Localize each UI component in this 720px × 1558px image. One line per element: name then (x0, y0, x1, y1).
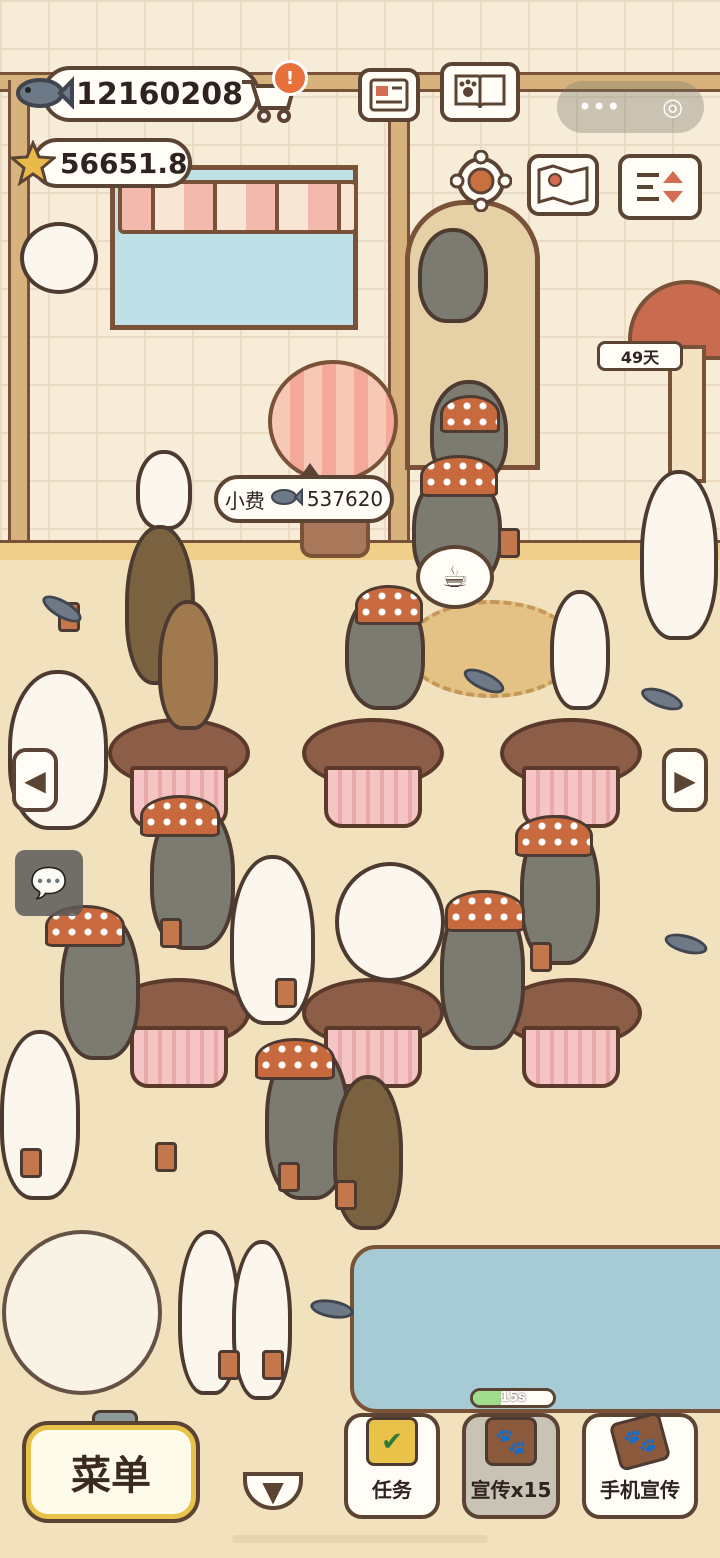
promote-timer: 15s (470, 1388, 556, 1408)
coffee-order-bubble[interactable]: ☕ (416, 545, 494, 609)
star-currency-value: 56651.8 (60, 146, 188, 180)
phone-card[interactable] (335, 1180, 357, 1210)
mushroom-scarf (140, 795, 220, 837)
mini-program-capsule[interactable]: ••• ◎ (557, 81, 704, 133)
phone-card[interactable] (262, 1350, 284, 1380)
more-dots-icon[interactable]: ••• (578, 93, 620, 121)
window-awning (118, 180, 358, 234)
phone-card[interactable] (20, 1148, 42, 1178)
phone-promote-label: 手机宣传 (600, 1478, 680, 1502)
paw-book-icon[interactable] (440, 62, 520, 122)
map-icon[interactable] (527, 154, 599, 216)
tasks-button[interactable]: ✔ 任务 (344, 1413, 440, 1519)
mushroom-scarf (420, 455, 498, 497)
scroll-left-button[interactable]: ◀ (12, 748, 58, 812)
rabbit-customer[interactable] (550, 590, 610, 710)
chat-icon: 💬 (30, 865, 68, 901)
phone-card[interactable] (218, 1350, 240, 1380)
phone-card[interactable] (498, 528, 520, 558)
candy-jar[interactable] (2, 1230, 162, 1395)
tip-bubble-tail (300, 463, 320, 477)
wolf-customer[interactable] (418, 228, 488, 323)
hot-air-balloon-decoration[interactable] (268, 360, 398, 483)
alert-badge-icon: ! (272, 60, 308, 96)
tip-amount: 537620 (306, 487, 384, 511)
menu-button[interactable]: 菜单 (26, 1425, 196, 1519)
mushroom-scarf (355, 585, 423, 625)
paw-phone-icon: 🐾 (608, 1411, 672, 1472)
promote-button[interactable]: 🐾 宣传x15 (462, 1413, 560, 1519)
promote-label: 宣传x15 (470, 1478, 552, 1502)
scroll-right-button[interactable]: ▶ (662, 748, 708, 812)
sort-icon[interactable] (618, 154, 702, 220)
phone-card[interactable] (275, 978, 297, 1008)
cat-shopkeeper[interactable] (20, 222, 98, 294)
phone-card[interactable] (278, 1162, 300, 1192)
party-cat-customer[interactable] (640, 470, 718, 640)
rabbit-customer[interactable] (136, 450, 192, 530)
cafe-scene (0, 0, 720, 1558)
mushroom-scarf (255, 1038, 335, 1080)
star-icon (10, 140, 56, 186)
close-target-icon[interactable]: ◎ (662, 93, 683, 121)
star-currency-counter: 56651.8 (32, 138, 192, 188)
chat-button[interactable]: 💬 (15, 850, 83, 916)
fish-currency-value: 12160208 (76, 76, 243, 112)
cupcake-table[interactable] (302, 718, 444, 828)
cupcake-table[interactable] (500, 718, 642, 828)
home-indicator[interactable] (232, 1535, 488, 1543)
tip-bubble[interactable]: 小费 537620 (214, 463, 394, 523)
phone-card[interactable] (530, 942, 552, 972)
fish-icon (12, 70, 74, 116)
tip-fish-icon (269, 487, 303, 512)
rabbit-customer-brown[interactable] (158, 600, 218, 730)
mushroom-scarf (440, 395, 500, 433)
chevron-down-icon: ▼ (262, 1474, 284, 1508)
days-counter: 49天 (597, 341, 683, 371)
mushroom-scarf (515, 815, 593, 857)
menu-button-label: 菜单 (71, 1453, 151, 1499)
chevron-left-icon: ◀ (24, 763, 46, 797)
husky-customer[interactable] (230, 855, 315, 1025)
phone-card[interactable] (155, 1142, 177, 1172)
sheep-customer[interactable] (335, 862, 445, 982)
fish-currency-counter: 12160208 (42, 66, 260, 122)
checkbox-icon: ✔ (366, 1417, 418, 1466)
chevron-right-icon: ▶ (674, 763, 696, 797)
gear-icon[interactable] (450, 150, 512, 212)
mushroom-scarf (445, 890, 525, 932)
tip-label: 小费 (224, 488, 265, 513)
phone-promote-button[interactable]: 🐾 手机宣传 (582, 1411, 698, 1519)
coffee-cup-icon: ☕ (441, 559, 469, 595)
newspaper-icon[interactable] (358, 68, 420, 122)
paw-phone-icon: 🐾 (485, 1417, 537, 1466)
promote-timer-label: 15s (500, 1390, 526, 1405)
tasks-label: 任务 (372, 1478, 412, 1502)
phone-card[interactable] (160, 918, 182, 948)
